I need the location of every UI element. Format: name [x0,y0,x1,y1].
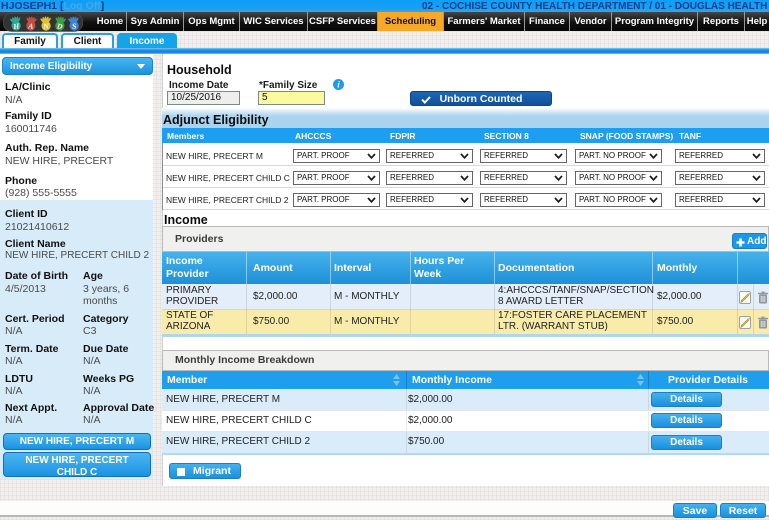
svg-text:N: N [42,21,50,30]
svg-text:A: A [27,21,34,31]
